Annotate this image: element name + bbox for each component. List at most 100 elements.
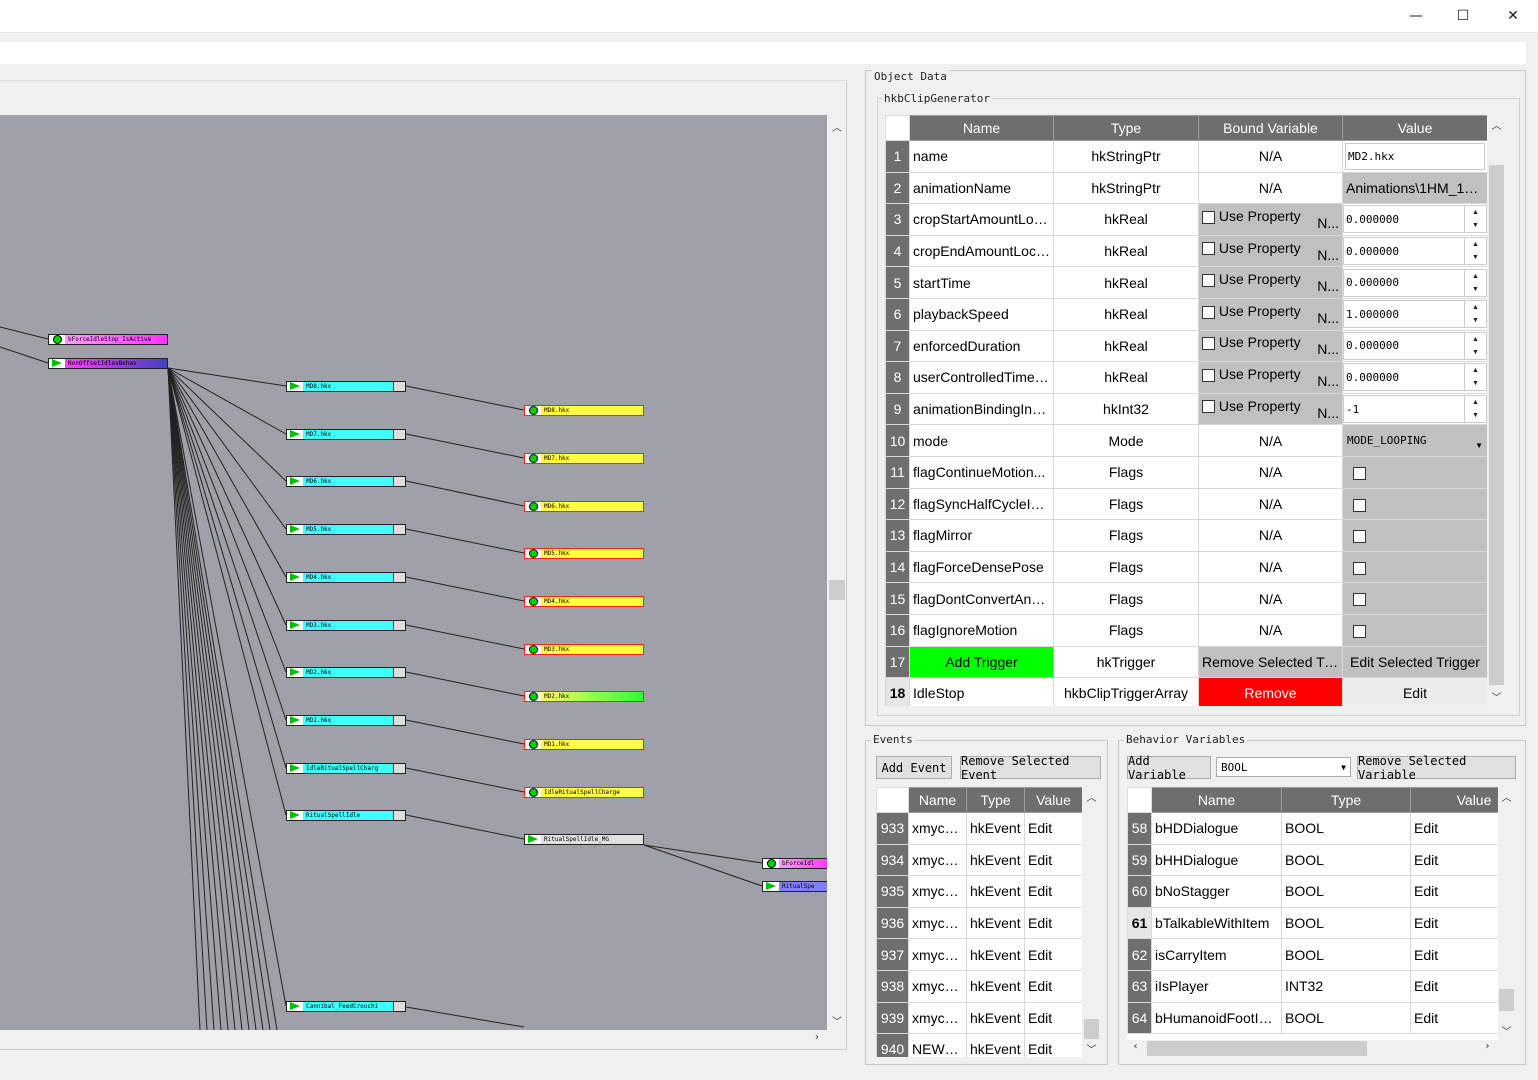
row-number[interactable]: 17 — [885, 645, 910, 679]
row-number[interactable]: 6 — [885, 297, 910, 331]
graph-horizontal-scrollbar[interactable]: › — [0, 1030, 828, 1048]
variables-horizontal-scrollbar[interactable]: ‹ › — [1127, 1040, 1498, 1057]
type-cell[interactable]: hkEvent — [966, 1001, 1025, 1035]
column-header-name[interactable]: Name — [908, 787, 967, 813]
behavior-graph-canvas[interactable]: bForceIdleStop_IsActive NonOffsetIdlesBeh… — [0, 115, 827, 1030]
column-header-type[interactable]: Type — [966, 787, 1025, 813]
name-cell[interactable]: bHDDialogue — [1151, 812, 1282, 845]
table-row[interactable]: 936 xmyc0... hkEvent Edit — [876, 906, 1082, 940]
row-number[interactable]: 936 — [876, 906, 909, 940]
name-cell[interactable]: xmyc0... — [908, 969, 967, 1003]
use-property-checkbox[interactable] — [1202, 368, 1215, 382]
row-number[interactable]: 7 — [885, 329, 910, 363]
row-number[interactable]: 2 — [885, 171, 910, 205]
value-cell[interactable]: 0.000000 ▲ ▼ — [1342, 266, 1487, 299]
graph-node[interactable]: MD8.hkx — [286, 381, 406, 392]
name-cell[interactable]: iIsPlayer — [1151, 969, 1282, 1003]
graph-node[interactable]: RitualSpe — [762, 881, 827, 892]
spin-up-icon[interactable]: ▲ — [1465, 333, 1486, 346]
node-expand-handle[interactable] — [393, 573, 405, 582]
scroll-thumb[interactable] — [1147, 1041, 1367, 1056]
name-cell[interactable]: flagForceDensePose — [909, 550, 1054, 584]
spin-down-icon[interactable]: ▼ — [1465, 219, 1486, 232]
type-cell[interactable]: hkEvent — [966, 875, 1025, 908]
name-cell[interactable]: IdleStop — [909, 677, 1054, 706]
flag-checkbox[interactable] — [1353, 530, 1366, 544]
type-cell[interactable]: hkEvent — [966, 812, 1025, 845]
remove-selected-event-button[interactable]: Remove Selected Event — [960, 754, 1101, 782]
node-expand-handle[interactable] — [393, 811, 405, 820]
table-row[interactable]: 937 xmyc0... hkEvent Edit — [876, 938, 1082, 971]
table-row[interactable]: 63 iIsPlayer INT32 Edit — [1127, 969, 1498, 1003]
value-cell[interactable] — [1342, 550, 1487, 584]
object-data-row[interactable]: 18 IdleStop hkbClipTriggerArray Remove E… — [885, 677, 1487, 706]
edit-cell[interactable]: Edit — [1410, 812, 1498, 845]
node-expand-handle[interactable] — [393, 716, 405, 725]
graph-node[interactable]: MD6.hkx — [524, 501, 644, 512]
name-cell[interactable]: bHHDialogue — [1151, 843, 1282, 877]
spin-down-icon[interactable]: ▼ — [1465, 314, 1486, 327]
row-number[interactable]: 15 — [885, 582, 910, 615]
value-spinbox[interactable]: 0.000000 ▲ ▼ — [1343, 363, 1487, 392]
chevron-down-icon[interactable]: ▼ — [1475, 431, 1483, 450]
edit-cell[interactable]: Edit — [1024, 1033, 1082, 1057]
table-row[interactable]: 58 bHDDialogue BOOL Edit — [1127, 812, 1498, 845]
graph-node[interactable]: MD2.hkx — [286, 667, 406, 678]
row-number[interactable]: 3 — [885, 203, 910, 236]
type-cell[interactable]: BOOL — [1281, 843, 1411, 877]
remove-selected-variable-button[interactable]: Remove Selected Variable — [1357, 754, 1516, 782]
value-spinbox[interactable]: 0.000000 ▲ ▼ — [1343, 331, 1487, 360]
graph-vertical-scrollbar[interactable]: ︿ ﹀ — [828, 115, 846, 1030]
corner-cell[interactable] — [876, 787, 909, 813]
graph-node[interactable]: MD2.hkx — [524, 691, 644, 702]
close-button[interactable]: ✕ — [1490, 0, 1536, 32]
object-data-row[interactable]: 3 cropStartAmountLoc... hkReal Use Prope… — [885, 203, 1487, 236]
graph-node[interactable]: MD6.hkx — [286, 476, 406, 487]
name-cell[interactable]: cropEndAmountLoca... — [909, 234, 1054, 268]
scroll-thumb[interactable] — [1084, 1019, 1099, 1039]
name-cell[interactable]: bNoStagger — [1151, 875, 1282, 908]
object-data-row[interactable]: 6 playbackSpeed hkReal Use Property N... 1… — [885, 297, 1487, 331]
name-cell[interactable]: isCarryItem — [1151, 938, 1282, 971]
object-data-row[interactable]: 9 animationBindingInd... hkInt32 Use Pro… — [885, 392, 1487, 426]
table-row[interactable]: 938 xmyc0... hkEvent Edit — [876, 969, 1082, 1003]
scroll-down-icon[interactable]: ﹀ — [828, 1013, 846, 1028]
edit-cell[interactable]: Edit — [1024, 938, 1082, 971]
value-cell[interactable]: Animations\1HM_1st... — [1342, 171, 1487, 205]
value-cell[interactable]: -1 ▲ ▼ — [1342, 392, 1487, 426]
graph-node[interactable]: bForceIdl — [762, 858, 827, 869]
remove-selected-trigger-button[interactable]: Remove Selected Tri... — [1198, 645, 1343, 679]
graph-node[interactable]: MD1.hkx — [286, 715, 406, 726]
graph-node[interactable]: MD1.hkx — [524, 739, 644, 750]
object-data-row[interactable]: 15 flagDontConvertAnn... Flags N/A — [885, 582, 1487, 615]
row-number[interactable]: 4 — [885, 234, 910, 268]
node-expand-handle[interactable] — [393, 477, 405, 486]
row-number[interactable]: 933 — [876, 812, 909, 845]
value-cell[interactable]: 0.000000 ▲ ▼ — [1342, 329, 1487, 363]
spin-down-icon[interactable]: ▼ — [1465, 377, 1486, 390]
spin-down-icon[interactable]: ▼ — [1465, 409, 1486, 422]
bound-variable-cell[interactable]: Use Property N... — [1198, 361, 1343, 394]
variable-type-select[interactable]: BOOL ▼ — [1216, 757, 1351, 777]
name-cell[interactable]: NEW_E... — [908, 1033, 967, 1057]
add-variable-button[interactable]: Add Variable — [1127, 754, 1211, 782]
row-number[interactable]: 13 — [885, 519, 910, 552]
name-cell[interactable]: enforcedDuration — [909, 329, 1054, 363]
column-header-value[interactable]: Value — [1410, 787, 1498, 813]
row-number[interactable]: 60 — [1127, 875, 1152, 908]
spin-up-icon[interactable]: ▲ — [1465, 396, 1486, 409]
node-expand-handle[interactable] — [393, 621, 405, 630]
column-header-type[interactable]: Type — [1053, 115, 1199, 141]
type-cell[interactable]: BOOL — [1281, 875, 1411, 908]
type-cell[interactable]: INT32 — [1281, 969, 1411, 1003]
mode-select[interactable]: MODE_LOOPING — [1347, 434, 1426, 447]
spin-up-icon[interactable]: ▲ — [1465, 364, 1486, 377]
use-property-checkbox[interactable] — [1202, 400, 1215, 414]
name-cell[interactable]: xmyc0... — [908, 812, 967, 845]
scroll-left-icon[interactable]: ‹ — [1127, 1041, 1144, 1052]
maximize-button[interactable]: ☐ — [1440, 0, 1486, 32]
type-cell[interactable]: BOOL — [1281, 812, 1411, 845]
value-cell[interactable]: 0.000000 ▲ ▼ — [1342, 203, 1487, 236]
flag-checkbox[interactable] — [1353, 593, 1366, 607]
object-data-row[interactable]: 16 flagIgnoreMotion Flags N/A — [885, 613, 1487, 647]
